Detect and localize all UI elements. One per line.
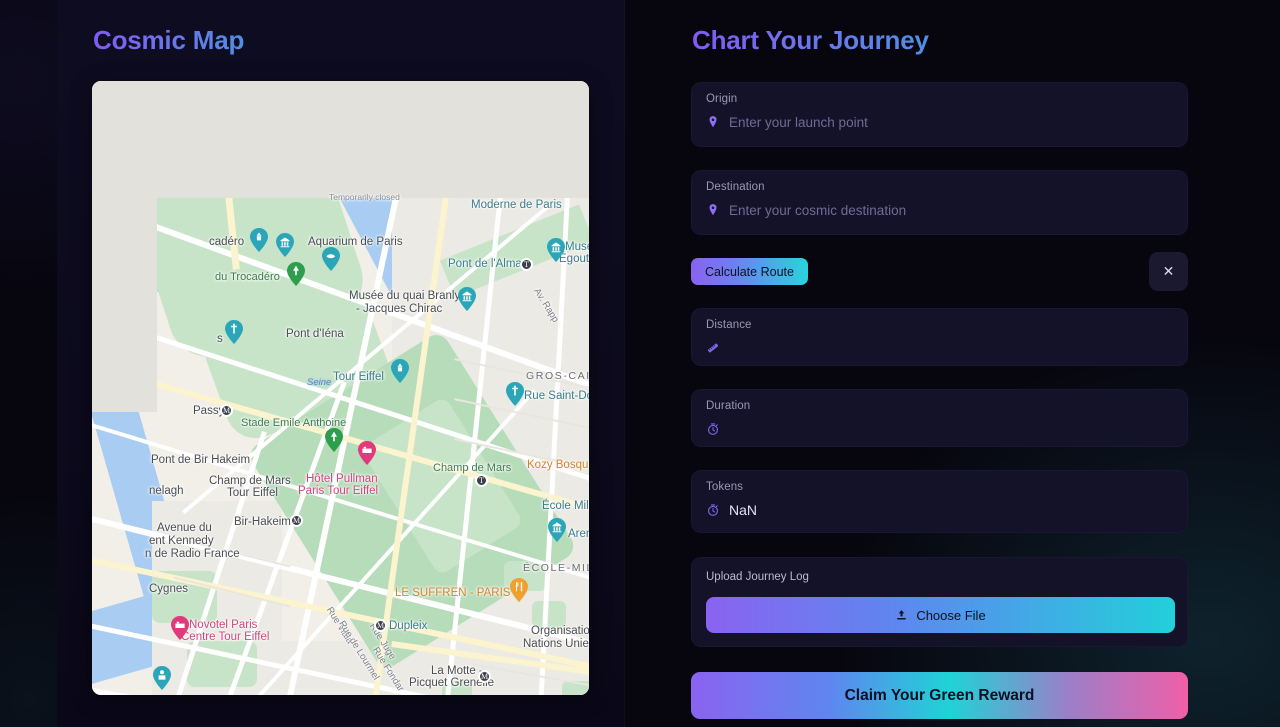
map-label: Bir-Hakeim — [234, 516, 291, 528]
map-label: Centre Tour Eiffel — [181, 631, 270, 643]
tokens-result-card: Tokens NaN — [691, 470, 1188, 533]
map-label: LE SUFFREN - PARIS — [395, 587, 511, 599]
museum-pin[interactable] — [276, 233, 294, 257]
map-label: ent Kennedy — [149, 535, 214, 547]
close-icon: ✕ — [1162, 263, 1175, 279]
upload-icon — [897, 610, 907, 620]
museum-pin[interactable] — [548, 518, 566, 542]
map-label: Pont d'Iéna — [286, 328, 344, 340]
map-label: Seine — [307, 377, 332, 388]
map-label: n de Radio France — [145, 548, 240, 560]
map-label: Champ de Mars — [433, 462, 512, 474]
map-label: Hôtel Pullman — [306, 473, 378, 485]
destination-field-card[interactable]: Destination Enter your cosmic destinatio… — [691, 170, 1188, 235]
claim-green-reward-button[interactable]: Claim Your Green Reward — [691, 672, 1188, 719]
metro-m-icon[interactable]: M — [374, 619, 387, 632]
page-title-cosmic-map: Cosmic Map — [93, 25, 245, 55]
map-label: Avenue du — [157, 522, 212, 534]
map-label: Arena Champ d — [568, 528, 589, 540]
church-pin[interactable] — [225, 320, 243, 344]
cosmic-map-panel: Cosmic Map Temporarily closed Moderne de… — [57, 0, 625, 727]
destination-label: Destination — [706, 181, 765, 193]
park-pin[interactable] — [287, 262, 305, 286]
map-viewport[interactable]: Temporarily closed Moderne de Paris Aquari… — [92, 81, 589, 695]
monument-pin[interactable] — [250, 228, 268, 252]
map-canvas[interactable]: Temporarily closed Moderne de Paris Aquari… — [92, 81, 589, 695]
map-label: s — [217, 333, 223, 345]
map-label: Kozy Bosquet — [527, 459, 589, 471]
map-label: Organisation des — [531, 625, 589, 637]
map-label: Nations Unies pour l… — [523, 638, 589, 650]
map-label: Musée des — [565, 241, 589, 253]
monument-pin[interactable] — [391, 359, 409, 383]
map-label: nelagh — [149, 485, 184, 497]
map-label: Dupleix — [389, 620, 428, 632]
map-label: - Jacques Chirac — [356, 303, 443, 315]
duration-result-card: Duration — [691, 389, 1188, 447]
map-label: Champ de Mars — [209, 475, 291, 487]
close-button[interactable]: ✕ — [1149, 252, 1188, 291]
map-label: Rue Saint-Dominique — [524, 390, 589, 402]
map-unloaded-tile-top — [92, 81, 589, 198]
map-label: La Motte - — [431, 665, 483, 677]
map-label: Tour Eiffel — [227, 487, 278, 499]
map-label: Cygnes — [149, 583, 188, 595]
destination-placeholder: Enter your cosmic destination — [729, 202, 907, 218]
map-unloaded-tile-left — [92, 81, 157, 412]
map-label: Av. Rapp — [531, 286, 561, 325]
distance-label: Distance — [706, 319, 752, 331]
aquarium-pin[interactable] — [322, 247, 340, 271]
info-pin[interactable] — [153, 666, 171, 690]
hotel-pin[interactable] — [171, 616, 189, 640]
map-pin-icon — [709, 116, 717, 128]
origin-input-row[interactable]: Enter your launch point — [706, 114, 868, 130]
origin-label: Origin — [706, 93, 738, 105]
map-label: GROS-CAILLOU — [526, 370, 589, 382]
upload-journey-log-card: Upload Journey Log Choose File — [691, 557, 1188, 647]
map-label: École Militaire — [542, 500, 589, 512]
map-label: cadéro — [209, 236, 245, 248]
map-label: ÉCOLE-MILITAIRE — [523, 562, 589, 574]
stopwatch-icon — [708, 423, 718, 435]
page-title-chart-your-journey: Chart Your Journey — [692, 25, 929, 55]
origin-field-card[interactable]: Origin Enter your launch point — [691, 82, 1188, 147]
calculate-route-button[interactable]: Calculate Route — [691, 258, 808, 285]
map-label: du Trocadéro — [215, 271, 280, 283]
metro-t-icon[interactable]: T — [520, 258, 533, 271]
metro-m-icon[interactable]: M — [220, 404, 233, 417]
metro-m-icon[interactable]: M — [478, 670, 491, 683]
map-label: Moderne de Paris — [471, 199, 562, 211]
tokens-value: NaN — [729, 502, 758, 518]
tokens-value-row: NaN — [706, 502, 757, 518]
destination-input-row[interactable]: Enter your cosmic destination — [706, 202, 906, 218]
map-label: Musée du quai Branly — [349, 290, 461, 302]
museum-pin[interactable] — [458, 287, 476, 311]
distance-value-row — [706, 340, 729, 356]
church-pin[interactable] — [506, 382, 524, 406]
duration-value-row — [706, 421, 729, 437]
restaurant-pin[interactable] — [510, 578, 528, 602]
choose-file-button[interactable]: Choose File — [706, 597, 1175, 633]
app-root: Cosmic Map Temporarily closed Moderne de… — [0, 0, 1280, 727]
choose-file-label: Choose File — [916, 607, 986, 623]
tokens-label: Tokens — [706, 481, 744, 493]
map-label: Novotel Paris — [189, 619, 258, 631]
map-label: Pont de Bir Hakeim — [151, 454, 251, 466]
stopwatch-icon — [708, 504, 718, 516]
hotel-pin[interactable] — [358, 441, 376, 465]
metro-m-icon[interactable]: M — [290, 514, 303, 527]
map-label: Pont de l'Alma — [448, 258, 522, 270]
map-pin-icon — [709, 204, 717, 216]
duration-label: Duration — [706, 400, 751, 412]
park-pin[interactable] — [325, 428, 343, 452]
map-label: Temporarily closed — [329, 192, 400, 202]
map-label: Paris Tour Eiffel — [298, 485, 379, 497]
map-label: Tour Eiffel — [333, 371, 384, 383]
museum-pin[interactable] — [547, 238, 565, 262]
upload-label: Upload Journey Log — [706, 571, 809, 583]
ruler-icon — [707, 343, 719, 353]
origin-placeholder: Enter your launch point — [729, 114, 868, 130]
distance-result-card: Distance — [691, 308, 1188, 366]
metro-t-icon[interactable]: T — [475, 474, 488, 487]
